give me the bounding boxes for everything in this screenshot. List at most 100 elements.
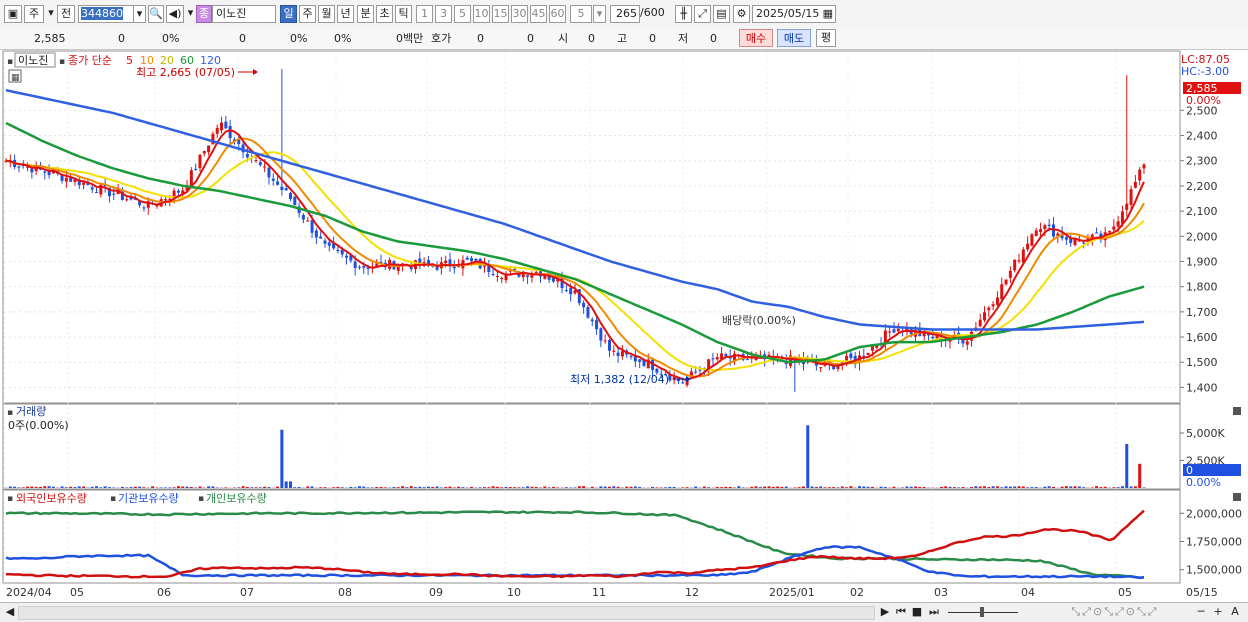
chart-area[interactable]: 2,5002,4002,3002,2002,1002,0001,9001,800…: [0, 50, 1248, 603]
volume-bar: [1095, 486, 1098, 488]
turnover-pct: 0%: [334, 31, 351, 46]
bottom-scrollbar[interactable]: ◀ ▶ ⏮ ■ ⏭ ⤡⤢⊙⤡⤢⊙⤡⤢ ─ + A: [0, 602, 1248, 622]
volume-bar: [1052, 487, 1055, 488]
candle-body: [569, 288, 572, 294]
candle-body: [630, 356, 633, 357]
candle-body: [263, 166, 266, 167]
candle-body: [979, 320, 982, 327]
code-dropdown-icon[interactable]: ▾: [134, 5, 146, 23]
minute-option-45[interactable]: 45: [530, 5, 547, 23]
scroll-right-icon[interactable]: ▶: [878, 604, 892, 620]
volume-bar: [811, 486, 814, 488]
period-tab-day[interactable]: 일: [280, 5, 297, 23]
chart-type-icon[interactable]: ╫: [675, 5, 692, 23]
candle-body: [819, 367, 822, 368]
sell-button[interactable]: 매도: [777, 29, 811, 47]
drawing-tools-icon[interactable]: ⤡⤢⊙⤡⤢⊙⤡⤢: [1040, 604, 1190, 620]
save-icon[interactable]: ▤: [713, 5, 730, 23]
volume-bar: [332, 487, 335, 488]
auto-scale-icon[interactable]: A: [1229, 604, 1241, 620]
period-tab-second[interactable]: 초: [376, 5, 393, 23]
zoom-out-icon[interactable]: ─: [1195, 604, 1207, 620]
panel-dot-icon: ▪: [59, 57, 65, 67]
period-tab-month[interactable]: 월: [318, 5, 335, 23]
gear-icon[interactable]: ⚙: [733, 5, 750, 23]
date-input[interactable]: 2025/05/15▦: [752, 5, 836, 23]
minute-option-15[interactable]: 15: [492, 5, 509, 23]
volume-bar: [367, 487, 370, 488]
stock-name-field[interactable]: 이노진: [212, 5, 276, 23]
candle-body: [1026, 244, 1029, 250]
custom-minute-input[interactable]: 5: [570, 5, 592, 23]
candle-body: [961, 340, 964, 343]
maximize-icon[interactable]: [1233, 493, 1241, 501]
volume-bar: [793, 487, 796, 488]
volume-bar: [655, 487, 658, 488]
volume-bar: [306, 486, 309, 488]
avg-button[interactable]: 평: [816, 29, 836, 47]
period-tab-week[interactable]: 주: [299, 5, 316, 23]
period-tab-minute[interactable]: 분: [357, 5, 374, 23]
candle-body: [285, 188, 288, 190]
period-tab-year[interactable]: 년: [337, 5, 354, 23]
x-tick-label: 02: [850, 586, 864, 599]
last-volume-pct: 0.00%: [1186, 476, 1221, 489]
buy-button[interactable]: 매수: [739, 29, 773, 47]
volume-bar: [819, 486, 822, 488]
candle-body: [1065, 237, 1068, 239]
speaker-icon[interactable]: ◀): [166, 5, 184, 23]
period-tab-tick[interactable]: 틱: [395, 5, 412, 23]
volume-bar: [582, 486, 585, 488]
minute-option-3[interactable]: 3: [435, 5, 452, 23]
candle-body: [1134, 182, 1137, 188]
volume-bar: [17, 487, 20, 488]
volume-bar: [194, 487, 197, 488]
volume-bar: [970, 487, 973, 488]
volume-bar: [384, 487, 387, 488]
window-icon[interactable]: ▣: [4, 5, 22, 23]
speaker-dropdown-icon[interactable]: ▾: [186, 5, 195, 23]
candle-body: [699, 370, 702, 371]
stock-chart[interactable]: 2,5002,4002,3002,2002,1002,0001,9001,800…: [0, 50, 1248, 603]
custom-minute-dropdown-icon[interactable]: ▾: [593, 5, 606, 23]
minute-option-5[interactable]: 5: [454, 5, 471, 23]
minute-option-10[interactable]: 10: [473, 5, 490, 23]
minute-option-label: 3: [440, 7, 447, 20]
maximize-icon[interactable]: [1233, 407, 1241, 415]
volume-bar: [974, 486, 977, 488]
draw-tool-icon[interactable]: ⤢: [694, 5, 711, 23]
last-page-icon[interactable]: ⏭: [926, 604, 942, 620]
candle-body: [164, 199, 167, 200]
stop-icon[interactable]: ■: [910, 604, 924, 620]
volume-bar: [548, 487, 551, 488]
market-select[interactable]: 주: [24, 5, 44, 23]
y-tick-label: 2,000: [1186, 230, 1218, 243]
zoom-in-icon[interactable]: +: [1212, 604, 1224, 620]
volume-bar: [39, 487, 42, 488]
volume-bar: [552, 487, 555, 488]
code-input[interactable]: 344860: [78, 5, 134, 23]
volume-bar: [134, 487, 137, 488]
volume-bar: [285, 481, 288, 488]
period-tab-label: 년: [340, 7, 350, 20]
candle-body: [888, 331, 891, 332]
scroll-left-icon[interactable]: ◀: [3, 604, 17, 620]
y-tick-label: 1,400: [1186, 381, 1218, 394]
candle-body: [198, 155, 201, 168]
count-input[interactable]: 265: [610, 5, 640, 23]
y-tick-label: 2,300: [1186, 155, 1218, 168]
calendar-icon[interactable]: ▦: [823, 6, 833, 22]
first-page-icon[interactable]: ⏮: [893, 604, 909, 620]
scroll-track[interactable]: [18, 606, 875, 620]
minute-option-60[interactable]: 60: [549, 5, 566, 23]
candle-body: [410, 267, 413, 269]
market-dropdown-icon[interactable]: ▾: [45, 5, 57, 23]
prev-button[interactable]: 전: [57, 5, 75, 23]
count-total-label: /600: [640, 6, 665, 19]
quote-label: 호가: [431, 31, 451, 46]
minute-option-1[interactable]: 1: [416, 5, 433, 23]
minute-option-30[interactable]: 30: [511, 5, 528, 23]
search-icon[interactable]: 🔍: [148, 5, 164, 23]
candle-body: [470, 258, 473, 261]
zoom-slider-handle[interactable]: [980, 607, 984, 617]
